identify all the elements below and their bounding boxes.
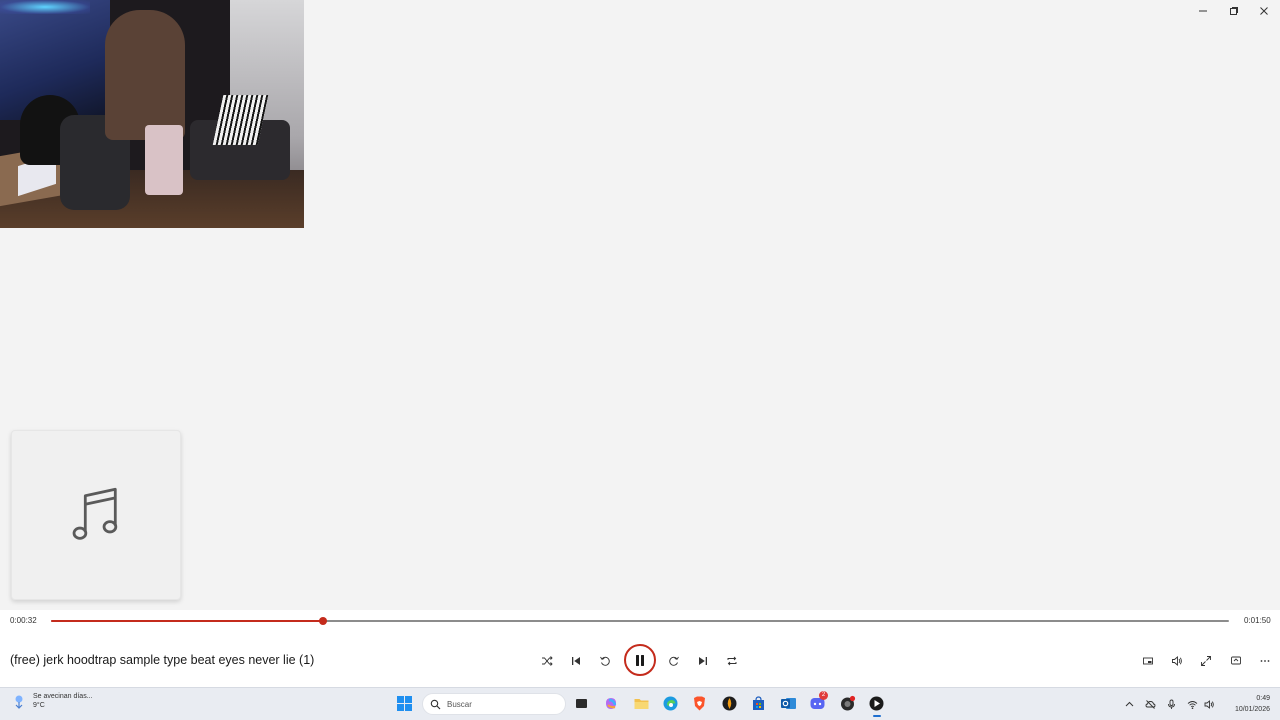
volume-icon (1172, 656, 1182, 666)
rewind-10-icon (600, 656, 610, 666)
recording-app-icon (841, 695, 856, 711)
copilot-button[interactable] (603, 695, 620, 712)
start-button[interactable] (396, 695, 413, 712)
cast-icon (1231, 656, 1241, 665)
webcam-overlay (0, 0, 304, 228)
fullscreen-button[interactable] (1197, 652, 1215, 670)
weather-text: Se avecinan días... (33, 693, 93, 700)
repeat-button[interactable] (723, 652, 741, 670)
taskbar: Se avecinan días... 9°C Buscar 2 0:49 10… (0, 687, 1280, 720)
speaker-icon[interactable] (1204, 699, 1215, 710)
wifi-icon[interactable] (1187, 699, 1198, 710)
next-button[interactable] (694, 652, 712, 670)
time-total: 0:01:50 (1244, 616, 1271, 625)
cast-button[interactable] (1227, 652, 1245, 670)
clock-time: 0:49 (1256, 695, 1270, 702)
volume-button[interactable] (1168, 652, 1186, 670)
task-view-button[interactable] (573, 695, 590, 712)
repeat-icon (727, 656, 737, 666)
cloud-off-icon[interactable] (1145, 699, 1156, 710)
discord-button[interactable]: 2 (809, 691, 828, 712)
search-icon (430, 699, 441, 709)
clock-date: 10/01/2026 (1234, 706, 1270, 713)
store-icon (753, 696, 764, 710)
song-title: (free) jerk hoodtrap sample type beat ey… (10, 653, 315, 667)
weather-icon (15, 695, 23, 709)
taskbar-search[interactable]: Buscar (422, 693, 566, 715)
time-current: 0:00:32 (10, 616, 37, 625)
notification-badge: 2 (819, 691, 828, 700)
store-button[interactable] (750, 695, 767, 712)
system-clock[interactable]: 0:49 10/01/2026 (1222, 693, 1270, 715)
seek-bar-progress (51, 620, 324, 622)
edge-button[interactable] (662, 695, 679, 712)
seek-thumb[interactable] (319, 617, 328, 625)
recording-app-button[interactable] (839, 695, 856, 712)
previous-button[interactable] (567, 652, 585, 670)
close-button[interactable] (1249, 0, 1279, 21)
minimize-icon (1199, 10, 1207, 11)
fullscreen-icon (1201, 656, 1211, 666)
media-player-button[interactable] (868, 695, 885, 717)
chevron-up-icon[interactable] (1124, 699, 1135, 710)
outlook-button[interactable] (780, 695, 797, 712)
music-note-icon (72, 487, 118, 540)
shuffle-icon (542, 656, 553, 666)
forward-30-icon (669, 656, 679, 666)
seek-bar[interactable] (51, 617, 1229, 625)
album-art (11, 430, 181, 600)
forward-button[interactable] (665, 652, 683, 670)
weather-temp: 9°C (33, 702, 45, 709)
media-player-icon (869, 696, 884, 711)
windows-start-icon (397, 696, 412, 711)
pause-icon (636, 654, 644, 666)
previous-icon (572, 657, 580, 665)
active-app-indicator (873, 715, 881, 717)
miniplayer-icon (1143, 657, 1153, 665)
task-view-icon (576, 699, 587, 708)
weather-widget[interactable]: Se avecinan días... 9°C (10, 692, 93, 710)
more-icon (1260, 660, 1270, 662)
shuffle-button[interactable] (538, 652, 556, 670)
app-orange-icon (722, 696, 737, 711)
minimize-button[interactable] (1188, 0, 1218, 21)
outlook-icon (781, 698, 796, 709)
close-icon (1260, 6, 1268, 15)
folder-icon (634, 699, 649, 709)
edge-icon (663, 696, 678, 711)
next-icon (699, 657, 707, 665)
restore-button[interactable] (1219, 0, 1249, 21)
miniplayer-button[interactable] (1139, 652, 1157, 670)
pause-button[interactable] (624, 644, 656, 676)
more-button[interactable] (1256, 652, 1274, 670)
brave-button[interactable] (691, 695, 708, 712)
rewind-button[interactable] (596, 652, 614, 670)
player-bar: 0:00:32 0:01:50 (free) jerk hoodtrap sam… (0, 610, 1280, 687)
copilot-icon (606, 698, 617, 709)
search-placeholder: Buscar (447, 699, 472, 709)
brave-icon (694, 696, 705, 711)
microphone-icon[interactable] (1166, 699, 1177, 710)
file-explorer-button[interactable] (633, 695, 650, 712)
restore-icon (1230, 6, 1238, 15)
app-orange-button[interactable] (721, 695, 738, 712)
